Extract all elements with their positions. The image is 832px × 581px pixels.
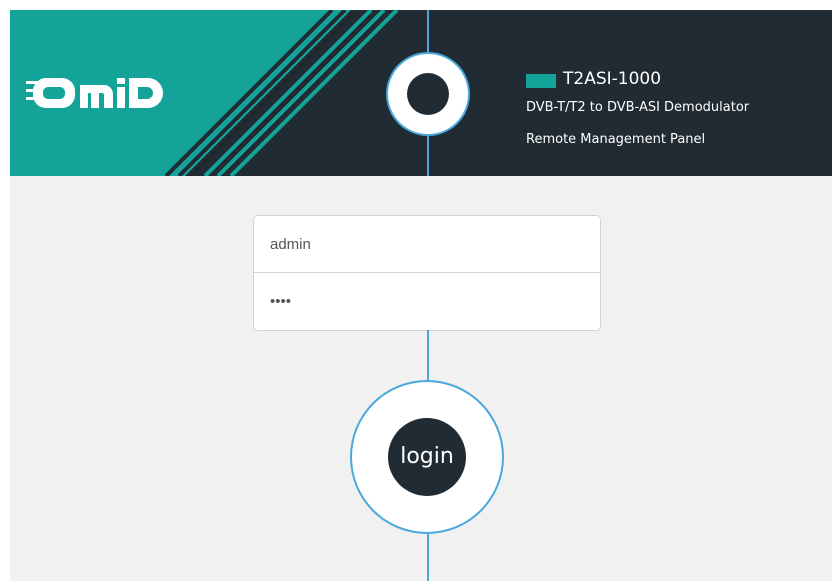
form-connector-line	[427, 330, 429, 382]
header-ring-icon	[388, 54, 468, 134]
username-input[interactable]	[254, 216, 600, 273]
login-form	[253, 215, 601, 331]
login-button[interactable]: login	[388, 418, 466, 496]
omid-logo	[24, 68, 184, 118]
product-name: T2ASI-1000	[563, 69, 662, 89]
bottom-connector-line	[427, 534, 429, 581]
login-ring: login	[352, 382, 502, 532]
password-input[interactable]	[254, 273, 600, 330]
header-banner: T2ASI-1000 DVB-T/T2 to DVB-ASI Demodulat…	[10, 10, 832, 176]
login-page: T2ASI-1000 DVB-T/T2 to DVB-ASI Demodulat…	[10, 10, 832, 581]
header-ring-dot	[407, 73, 449, 115]
product-description: DVB-T/T2 to DVB-ASI Demodulator	[526, 100, 750, 115]
product-subtitle: Remote Management Panel	[526, 132, 706, 147]
product-badge-icon	[526, 74, 556, 88]
